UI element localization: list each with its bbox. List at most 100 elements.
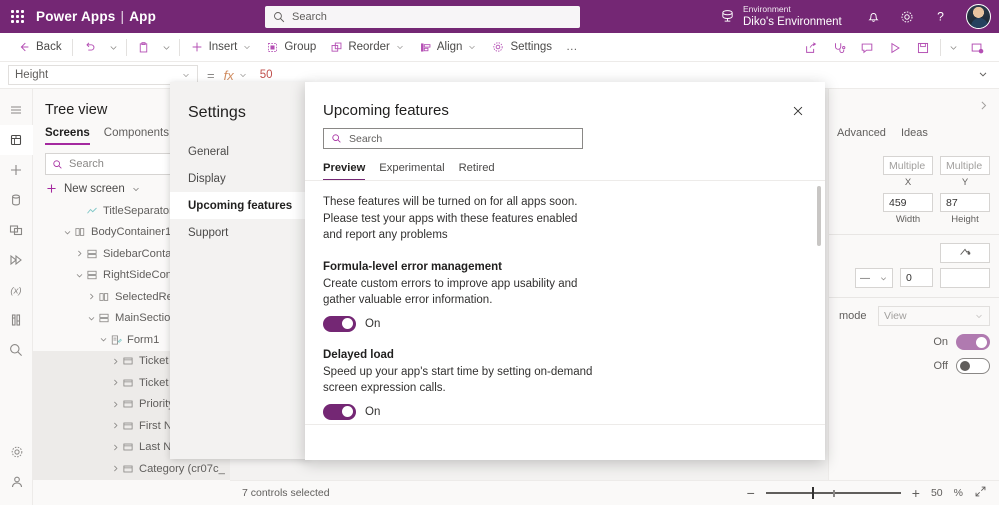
height-input[interactable]: 87 xyxy=(940,193,990,212)
settings-gear-icon[interactable] xyxy=(0,437,33,467)
tab-ideas[interactable]: Ideas xyxy=(901,127,928,144)
chevron-down-icon[interactable] xyxy=(73,271,86,280)
feature-item: Delayed load Speed up your app's start ti… xyxy=(323,332,807,420)
feature-toggle[interactable] xyxy=(323,315,356,332)
app-checker-button[interactable] xyxy=(825,36,853,60)
waffle-icon[interactable] xyxy=(0,0,34,33)
media-icon[interactable] xyxy=(0,215,33,245)
reorder-button[interactable]: Reorder xyxy=(323,35,412,59)
theme-icon[interactable] xyxy=(0,305,33,335)
y-input[interactable]: Multiple xyxy=(940,156,990,175)
back-button[interactable]: Back xyxy=(10,35,69,59)
chevron-down-icon[interactable] xyxy=(97,335,110,344)
undo-caret-button[interactable] xyxy=(104,35,123,59)
chevron-right-icon[interactable] xyxy=(85,292,98,301)
border-color-swatch[interactable] xyxy=(940,268,990,288)
tree-node[interactable]: Created On (cr0··· xyxy=(33,479,229,480)
paste-caret-button[interactable] xyxy=(157,35,176,59)
dialog-scrollbar[interactable] xyxy=(817,186,821,246)
properties-tabs: Advanced Ideas xyxy=(829,127,999,144)
search-icon[interactable] xyxy=(0,335,33,365)
preview-button[interactable] xyxy=(881,36,909,60)
formula-value[interactable]: 50 xyxy=(260,69,273,81)
settings-nav-item-general[interactable]: General xyxy=(170,138,310,165)
save-button[interactable] xyxy=(909,36,937,60)
chevron-right-icon[interactable] xyxy=(109,443,122,452)
align-button[interactable]: Align xyxy=(412,35,485,59)
zoom-slider[interactable] xyxy=(765,487,901,499)
avatar[interactable] xyxy=(966,4,991,29)
tree-node[interactable]: Category (cr07c_ xyxy=(33,458,229,480)
tree-view-icon[interactable] xyxy=(0,125,33,155)
property-selector-value: Height xyxy=(15,69,49,81)
border-style-button[interactable] xyxy=(940,243,990,263)
chevron-down-icon[interactable] xyxy=(61,228,74,237)
fx-button[interactable]: fx xyxy=(224,68,248,83)
insert-button[interactable]: Insert xyxy=(183,35,260,59)
collapse-panel-icon[interactable] xyxy=(977,99,990,115)
group-button[interactable]: Group xyxy=(259,35,323,59)
comments-button[interactable] xyxy=(853,36,881,60)
feature-toggle[interactable] xyxy=(323,403,356,420)
dialog-content[interactable]: These features will be turned on for all… xyxy=(305,181,825,423)
publish-button[interactable] xyxy=(963,36,991,60)
tab-screens[interactable]: Screens xyxy=(45,127,90,145)
y-field[interactable]: Multiple Y xyxy=(940,156,990,188)
notification-bell-icon[interactable] xyxy=(866,9,881,24)
toggle-off-switch[interactable] xyxy=(956,358,990,374)
chevron-right-icon[interactable] xyxy=(73,249,86,258)
border-width-input[interactable]: 0 xyxy=(900,268,933,287)
overflow-button[interactable]: … xyxy=(559,35,586,59)
display-mode-select[interactable]: View xyxy=(878,306,990,326)
border-dash-select[interactable]: — xyxy=(855,268,893,288)
insert-icon[interactable] xyxy=(0,155,33,185)
height-field[interactable]: 87 Height xyxy=(940,193,990,225)
close-icon[interactable] xyxy=(785,98,811,124)
width-input[interactable]: 459 xyxy=(883,193,933,212)
data-icon[interactable] xyxy=(0,185,33,215)
dialog-search-input[interactable]: Search xyxy=(323,128,583,149)
tab-preview[interactable]: Preview xyxy=(323,162,366,181)
settings-nav-item-upcoming-features[interactable]: Upcoming features xyxy=(170,192,310,219)
formula-expand-icon[interactable] xyxy=(977,68,989,83)
account-icon[interactable] xyxy=(0,467,33,497)
chevron-down-icon[interactable] xyxy=(85,314,98,323)
x-input[interactable]: Multiple xyxy=(883,156,933,175)
tab-retired[interactable]: Retired xyxy=(459,162,495,181)
gear-icon[interactable] xyxy=(899,9,915,25)
chevron-right-icon[interactable] xyxy=(109,464,122,473)
tab-advanced[interactable]: Advanced xyxy=(837,127,886,144)
help-icon[interactable]: ? xyxy=(933,9,948,24)
zoom-slider-thumb[interactable] xyxy=(811,487,815,499)
hamburger-icon[interactable] xyxy=(0,95,33,125)
power-automate-icon[interactable] xyxy=(0,245,33,275)
display-mode-row: mode View xyxy=(829,298,999,326)
settings-nav-item-display[interactable]: Display xyxy=(170,165,310,192)
zoom-in-button[interactable]: + xyxy=(912,485,920,501)
global-search-input[interactable]: Search xyxy=(265,6,580,28)
settings-nav-item-support[interactable]: Support xyxy=(170,219,310,246)
share-button[interactable] xyxy=(797,36,825,60)
toggle-on-switch[interactable] xyxy=(956,334,990,350)
back-label: Back xyxy=(36,41,62,53)
undo-button[interactable] xyxy=(76,35,104,59)
chevron-right-icon[interactable] xyxy=(109,421,122,430)
settings-button[interactable]: Settings xyxy=(484,35,559,59)
tree-node-label: Category (cr07c_ xyxy=(139,462,225,475)
variables-icon[interactable]: (x) xyxy=(0,275,33,305)
zoom-value: 50 xyxy=(930,487,943,499)
chevron-right-icon[interactable] xyxy=(109,378,122,387)
chevron-right-icon[interactable] xyxy=(109,357,122,366)
card-icon xyxy=(122,463,134,475)
x-field[interactable]: Multiple X xyxy=(883,156,933,188)
paste-button[interactable] xyxy=(130,35,157,59)
tab-experimental[interactable]: Experimental xyxy=(379,162,444,181)
tab-components[interactable]: Components xyxy=(104,127,169,145)
width-field[interactable]: 459 Width xyxy=(883,193,933,225)
environment-selector[interactable]: Environment Diko's Environment xyxy=(720,4,842,29)
zoom-out-button[interactable]: − xyxy=(747,485,755,501)
brand-title[interactable]: Power Apps | App xyxy=(36,9,156,24)
save-caret-button[interactable] xyxy=(944,36,963,60)
chevron-right-icon[interactable] xyxy=(109,400,122,409)
fit-screen-icon[interactable] xyxy=(974,485,987,501)
